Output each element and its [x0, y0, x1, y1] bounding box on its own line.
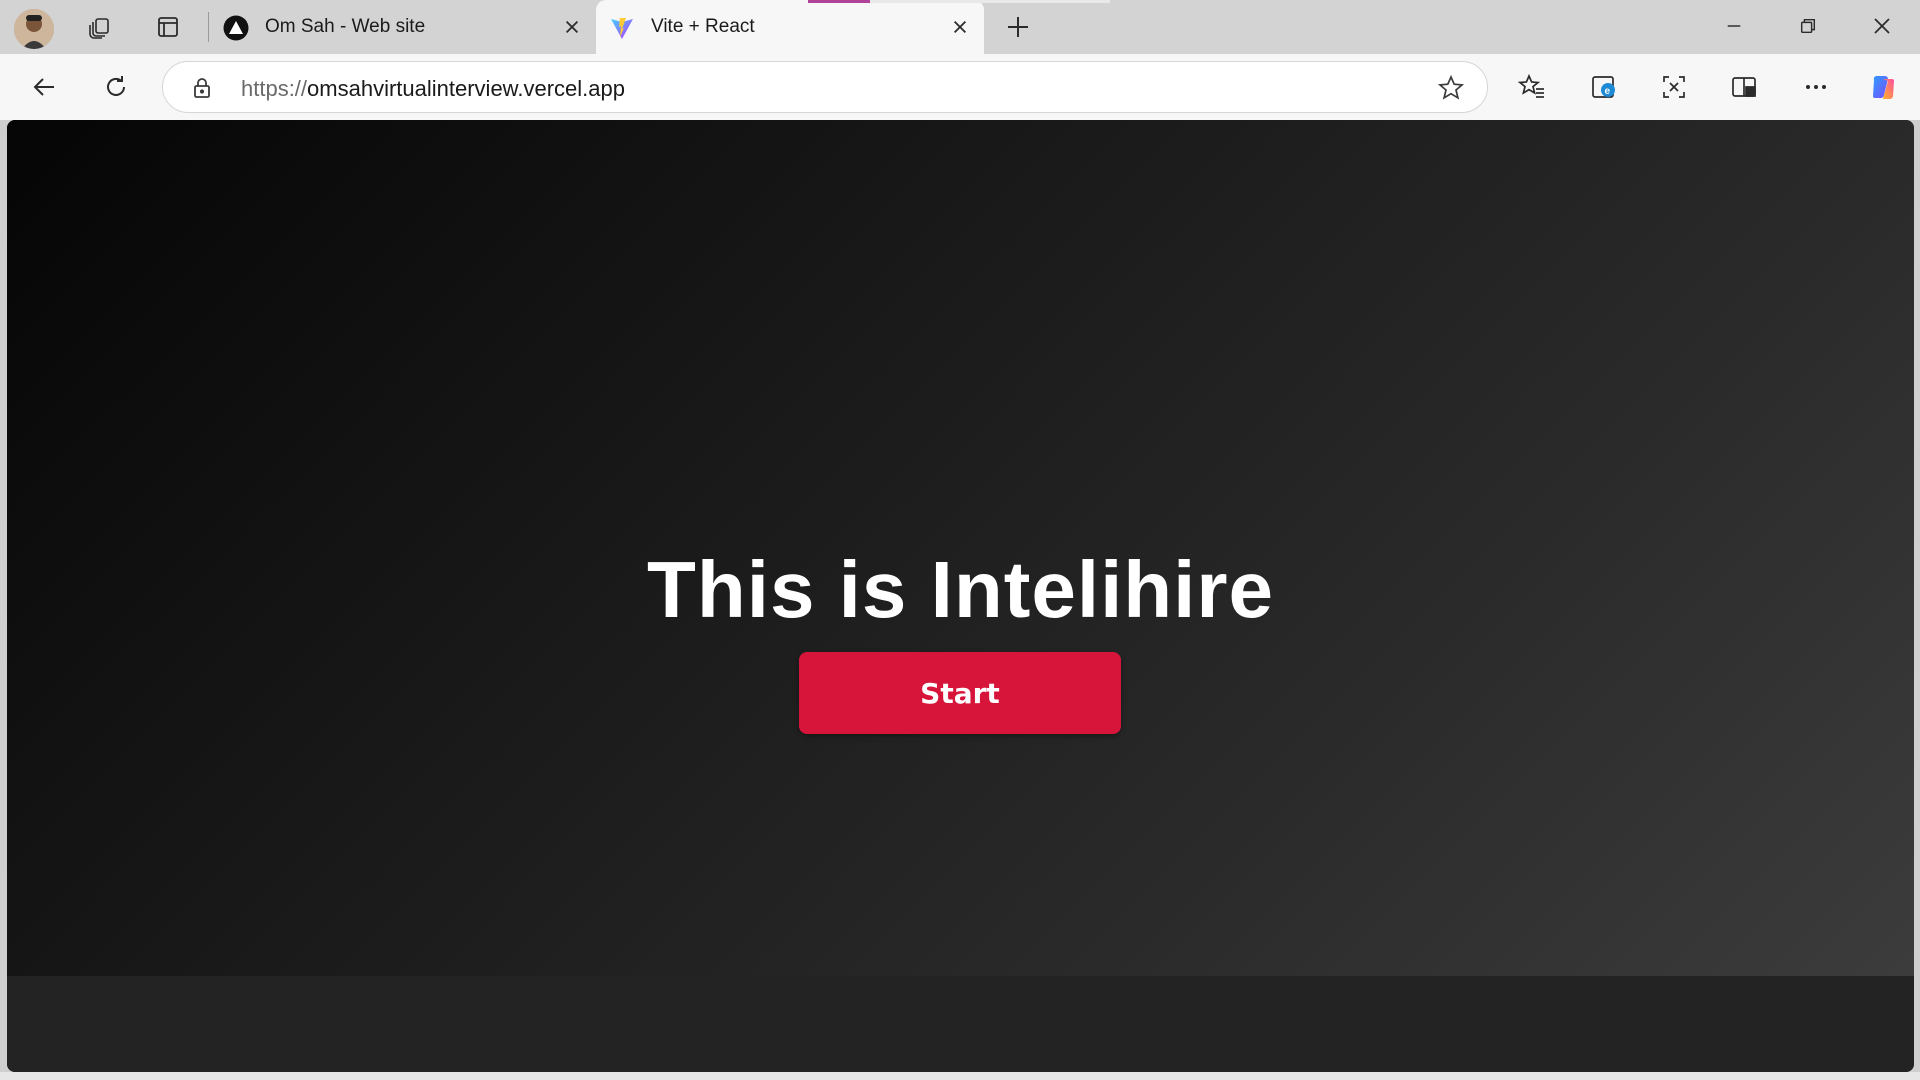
close-tab-icon[interactable]: [560, 15, 584, 39]
refresh-icon[interactable]: [94, 65, 138, 109]
page-title: This is Intelihire: [646, 545, 1275, 634]
close-window-icon[interactable]: [1852, 6, 1912, 46]
triangle-logo-icon: [223, 15, 249, 41]
tab-om-sah[interactable]: Om Sah - Web site: [210, 0, 592, 54]
tab-vite-react[interactable]: Vite + React: [596, 0, 984, 54]
tab-separator: [208, 12, 209, 42]
star-icon[interactable]: [1437, 74, 1465, 102]
favorites-list-icon[interactable]: [1510, 65, 1554, 109]
svg-text:e: e: [1605, 86, 1611, 97]
tab-media-indicator: [808, 0, 870, 3]
ie-mode-icon[interactable]: e: [1582, 65, 1626, 109]
profile-avatar[interactable]: [14, 9, 54, 49]
tab-title: Om Sah - Web site: [265, 16, 426, 37]
address-url[interactable]: https://omsahvirtualinterview.vercel.app: [241, 76, 625, 102]
url-scheme: https://: [241, 76, 308, 101]
more-icon[interactable]: [1794, 65, 1838, 109]
tab-strip: Om Sah - Web site Vite + React: [0, 0, 1920, 54]
hero-section: This is Intelihire Start: [7, 120, 1914, 976]
url-host: omsahvirtualinterview.vercel.app: [307, 76, 625, 101]
close-tab-icon[interactable]: [948, 15, 972, 39]
address-bar[interactable]: https://omsahvirtualinterview.vercel.app: [162, 61, 1488, 113]
split-screen-icon[interactable]: [1722, 65, 1766, 109]
back-arrow-icon[interactable]: [22, 65, 66, 109]
tab-strip-highlight: [870, 0, 1110, 3]
lock-icon[interactable]: [189, 75, 215, 101]
vite-logo-icon: [611, 18, 633, 39]
tab-actions-icon[interactable]: [148, 7, 188, 47]
copilot-icon[interactable]: [1862, 65, 1906, 109]
minimize-icon[interactable]: [1704, 6, 1764, 46]
workspaces-icon[interactable]: [80, 7, 120, 47]
page-viewport: This is Intelihire Start: [7, 120, 1914, 1072]
restore-icon[interactable]: [1778, 6, 1838, 46]
window-bottom-edge: [0, 1072, 1920, 1080]
browser-toolbar: https://omsahvirtualinterview.vercel.app…: [0, 54, 1920, 120]
new-tab-icon[interactable]: [998, 9, 1038, 45]
tab-title: Vite + React: [651, 16, 755, 37]
screenshot-icon[interactable]: [1652, 65, 1696, 109]
start-button[interactable]: Start: [799, 652, 1121, 734]
page-footer: [7, 976, 1914, 1072]
